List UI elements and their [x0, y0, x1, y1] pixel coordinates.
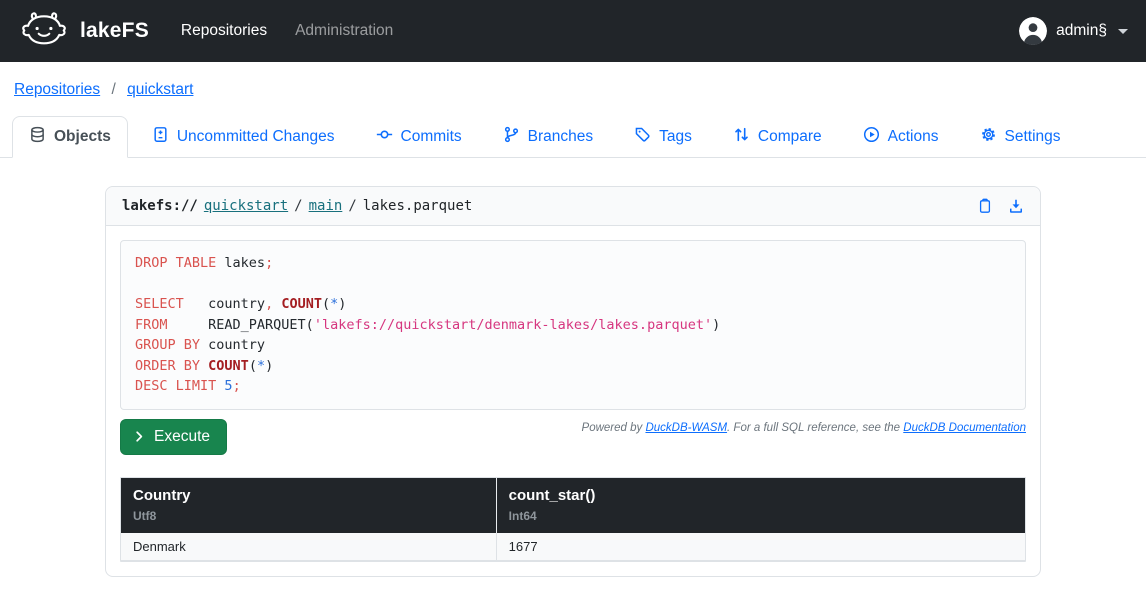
table-cell: 1677 — [496, 533, 1025, 561]
object-path: lakefs:// quickstart / main / lakes.parquet — [122, 198, 472, 214]
query-results: Country Utf8 count_star() Int64 Denmark1… — [120, 477, 1026, 562]
sql-line: SELECT country, COUNT(*) — [135, 294, 1011, 315]
column-header-count-star: count_star() Int64 — [496, 478, 1025, 533]
results-table: Country Utf8 count_star() Int64 Denmark1… — [121, 478, 1025, 561]
editor-footer: Execute Powered by DuckDB-WASM. For a fu… — [120, 419, 1026, 455]
path-separator: / — [294, 198, 302, 214]
tab-commits[interactable]: Commits — [359, 116, 479, 158]
tag-icon — [634, 126, 651, 148]
tab-label: Settings — [1005, 128, 1061, 146]
user-name: admin§ — [1056, 22, 1107, 40]
column-header-country: Country Utf8 — [121, 478, 496, 533]
tab-label: Compare — [758, 128, 822, 146]
breadcrumb: Repositories / quickstart — [0, 62, 1146, 99]
file-diff-icon — [152, 126, 169, 148]
tab-label: Uncommitted Changes — [177, 128, 335, 146]
sql-editor[interactable]: DROP TABLE lakes; SELECT country, COUNT(… — [120, 240, 1026, 410]
duckdb-wasm-link[interactable]: DuckDB-WASM — [645, 422, 727, 434]
sql-line: FROM READ_PARQUET('lakefs://quickstart/d… — [135, 315, 1011, 336]
brand-name: lakeFS — [80, 19, 149, 43]
gear-icon — [980, 126, 997, 148]
sql-line: GROUP BY country — [135, 335, 1011, 356]
powered-by-note: Powered by DuckDB-WASM. For a full SQL r… — [582, 422, 1026, 434]
tab-objects[interactable]: Objects — [12, 116, 128, 158]
tab-uncommitted-changes[interactable]: Uncommitted Changes — [135, 116, 352, 158]
tab-label: Objects — [54, 128, 111, 146]
tab-compare[interactable]: Compare — [716, 116, 839, 158]
copy-icon[interactable] — [977, 198, 993, 214]
column-type: Int64 — [509, 509, 1013, 523]
branch-icon — [503, 126, 520, 148]
path-file-name: lakes.parquet — [363, 198, 473, 214]
breadcrumb-repositories-link[interactable]: Repositories — [14, 81, 100, 98]
powered-by-prefix: Powered by — [582, 422, 646, 434]
powered-by-middle: . For a full SQL reference, see the — [727, 422, 903, 434]
repo-tabs: Objects Uncommitted Changes Commits Bran… — [0, 116, 1146, 158]
sql-line: DESC LIMIT 5; — [135, 376, 1011, 397]
results-table-head: Country Utf8 count_star() Int64 — [121, 478, 1025, 533]
tab-branches[interactable]: Branches — [486, 116, 610, 158]
object-viewer-card: lakefs:// quickstart / main / lakes.parquet D… — [105, 186, 1041, 577]
main-nav: Repositories Administration — [181, 22, 393, 40]
nav-item-administration[interactable]: Administration — [295, 22, 393, 40]
sql-line: DROP TABLE lakes; — [135, 253, 1011, 274]
download-icon[interactable] — [1008, 198, 1024, 214]
tab-label: Actions — [888, 128, 939, 146]
tab-actions[interactable]: Actions — [846, 116, 956, 158]
path-repo-link[interactable]: quickstart — [204, 198, 288, 214]
column-name: Country — [133, 487, 484, 504]
path-ref-link[interactable]: main — [309, 198, 343, 214]
database-icon — [29, 126, 46, 148]
tab-label: Commits — [401, 128, 462, 146]
breadcrumb-quickstart-link[interactable]: quickstart — [127, 81, 193, 98]
play-circle-icon — [863, 126, 880, 148]
object-path-header: lakefs:// quickstart / main / lakes.parquet — [106, 187, 1040, 226]
table-row: Denmark1677 — [121, 533, 1025, 561]
top-navbar: lakeFS Repositories Administration admin… — [0, 0, 1146, 62]
path-scheme: lakefs:// — [122, 198, 198, 214]
breadcrumb-separator: / — [111, 81, 115, 98]
results-table-body: Denmark1677 — [121, 533, 1025, 561]
axolotl-logo-icon — [18, 11, 70, 52]
sql-line — [135, 274, 1011, 295]
tab-tags[interactable]: Tags — [617, 116, 709, 158]
table-cell: Denmark — [121, 533, 496, 561]
user-avatar-icon — [1019, 17, 1047, 45]
column-type: Utf8 — [133, 509, 484, 523]
chevron-down-icon — [1118, 29, 1128, 34]
sql-line: ORDER BY COUNT(*) — [135, 356, 1011, 377]
column-name: count_star() — [509, 487, 1013, 504]
tab-settings[interactable]: Settings — [963, 116, 1078, 158]
duckdb-docs-link[interactable]: DuckDB Documentation — [903, 422, 1026, 434]
tab-label: Branches — [528, 128, 593, 146]
lakefs-brand[interactable]: lakeFS — [18, 11, 149, 52]
object-actions — [977, 198, 1024, 214]
object-card-body: DROP TABLE lakes; SELECT country, COUNT(… — [106, 226, 1040, 576]
commit-icon — [376, 126, 393, 148]
user-menu[interactable]: admin§ — [1019, 17, 1128, 45]
tab-label: Tags — [659, 128, 692, 146]
compare-arrows-icon — [733, 126, 750, 148]
execute-button-label: Execute — [154, 428, 210, 446]
execute-button[interactable]: Execute — [120, 419, 227, 455]
chevron-right-icon — [132, 429, 147, 444]
path-separator: / — [348, 198, 356, 214]
nav-item-repositories[interactable]: Repositories — [181, 22, 267, 40]
